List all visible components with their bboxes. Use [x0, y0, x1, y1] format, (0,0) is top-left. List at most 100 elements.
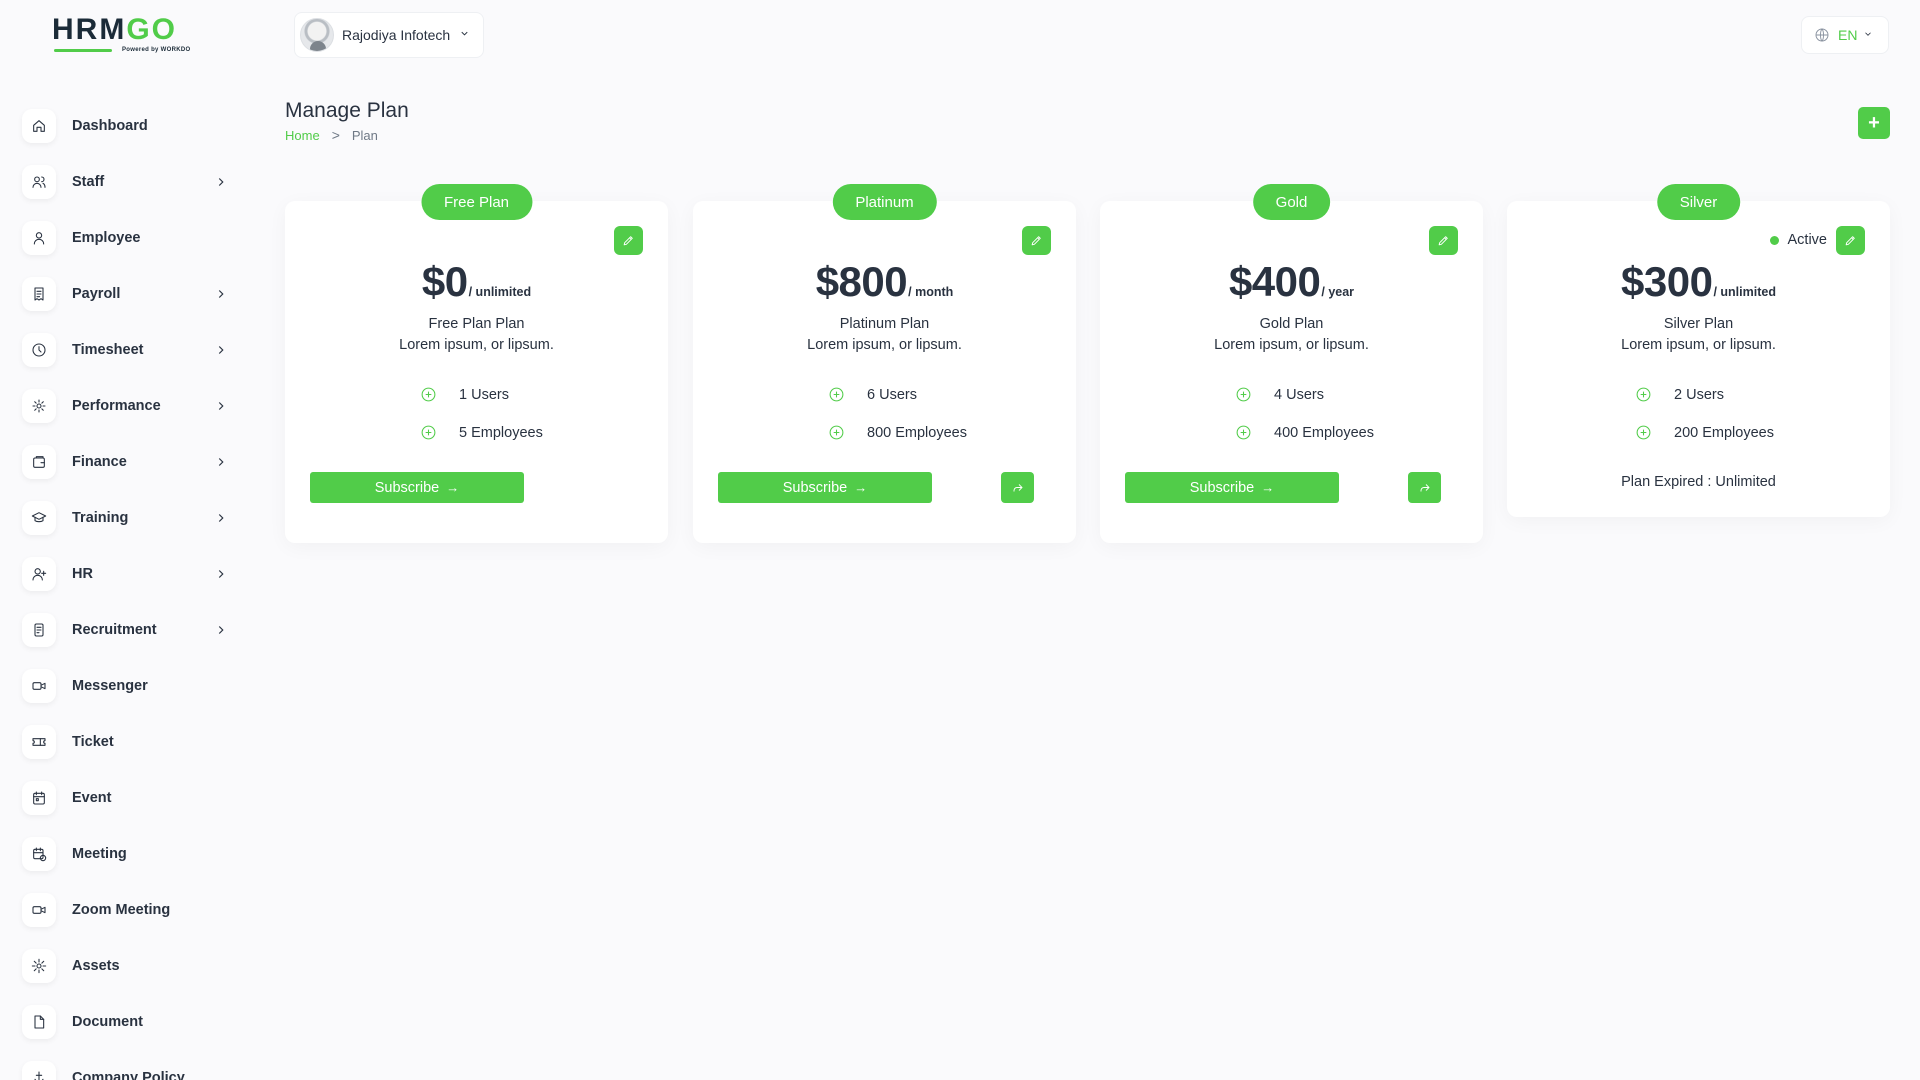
home-icon — [22, 109, 56, 143]
plan-price: $0 — [421, 258, 468, 305]
sidebar-item-staff[interactable]: Staff — [22, 154, 232, 210]
plan-feature-users: 2 Users — [1635, 386, 1724, 403]
plan-feature-employees: 400 Employees — [1235, 424, 1374, 441]
language-switcher[interactable]: EN — [1801, 16, 1889, 54]
sidebar-item-label: Assets — [72, 958, 120, 974]
sidebar-item-payroll[interactable]: Payroll — [22, 266, 232, 322]
plan-feature-employees: 200 Employees — [1635, 424, 1774, 441]
hrmgo-logo[interactable]: HRMGO Powered by WORKDO — [52, 14, 202, 56]
plan-feature-users: 4 Users — [1235, 386, 1324, 403]
sidebar-item-dashboard[interactable]: Dashboard — [22, 98, 232, 154]
sidebar-item-label: Ticket — [72, 734, 114, 750]
arrow-right-icon: → — [854, 480, 868, 495]
add-plan-button[interactable]: + — [1858, 107, 1890, 139]
plan-period: / unlimited — [1713, 285, 1776, 299]
subscribe-button[interactable]: Subscribe → — [310, 472, 524, 503]
chevron-down-icon — [459, 26, 470, 44]
logo-subtext: Powered by WORKDO — [122, 47, 191, 53]
plan-period: / year — [1321, 285, 1355, 299]
edit-plan-button[interactable] — [1429, 226, 1458, 255]
plan-name: Free Plan Plan — [428, 316, 525, 332]
logo-wordmark: HRMGO — [52, 13, 177, 46]
subscribe-button[interactable]: Subscribe → — [718, 472, 932, 503]
sidebar-item-label: Dashboard — [72, 118, 148, 134]
graduation-cap-icon — [22, 501, 56, 535]
plan-request-button[interactable] — [1408, 472, 1441, 503]
video-icon — [22, 893, 56, 927]
subscribe-button[interactable]: Subscribe → — [1125, 472, 1339, 503]
breadcrumb: Home > Plan — [285, 127, 378, 143]
edit-plan-button[interactable] — [1836, 226, 1865, 255]
sidebar-item-company-policy[interactable]: Company Policy — [22, 1050, 232, 1080]
plan-price-row: $0 / unlimited — [285, 258, 668, 306]
edit-plan-button[interactable] — [614, 226, 643, 255]
recruitment-icon — [22, 613, 56, 647]
chevron-right-icon — [214, 567, 228, 581]
plan-description: Lorem ipsum, or lipsum. — [1214, 337, 1369, 353]
sidebar-item-assets[interactable]: Assets — [22, 938, 232, 994]
calendar-time-icon — [22, 837, 56, 871]
share-arrow-icon — [1013, 483, 1023, 491]
plan-price: $400 — [1228, 258, 1321, 305]
avatar — [300, 18, 334, 52]
calendar-event-icon — [22, 781, 56, 815]
sidebar-item-recruitment[interactable]: Recruitment — [22, 602, 232, 658]
pencil-icon — [623, 236, 633, 246]
active-status: Active — [1769, 232, 1828, 248]
chevron-right-icon — [214, 287, 228, 301]
sidebar-item-label: Employee — [72, 230, 141, 246]
sidebar-item-finance[interactable]: Finance — [22, 434, 232, 490]
sidebar-item-label: Timesheet — [72, 342, 144, 358]
pencil-icon — [1438, 236, 1448, 246]
sidebar-item-ticket[interactable]: Ticket — [22, 714, 232, 770]
pencil-icon — [1845, 236, 1855, 246]
company-switcher[interactable]: Rajodiya Infotech — [294, 12, 484, 58]
sidebar-item-messenger[interactable]: Messenger — [22, 658, 232, 714]
sidebar-item-meeting[interactable]: Meeting — [22, 826, 232, 882]
share-arrow-icon — [1420, 483, 1430, 491]
user-plus-icon — [22, 557, 56, 591]
sidebar-item-event[interactable]: Event — [22, 770, 232, 826]
video-icon — [22, 669, 56, 703]
globe-icon — [1815, 28, 1829, 42]
performance-icon — [22, 389, 56, 423]
sidebar-item-label: Training — [72, 510, 129, 526]
sidebar-item-label: Performance — [72, 398, 161, 414]
sidebar-item-document[interactable]: Document — [22, 994, 232, 1050]
plus-circle-icon — [1636, 387, 1651, 402]
sidebar-item-employee[interactable]: Employee — [22, 210, 232, 266]
plan-period: / unlimited — [468, 285, 532, 299]
plus-circle-icon — [829, 425, 844, 440]
plan-price: $800 — [815, 258, 908, 305]
sidebar-item-hr[interactable]: HR — [22, 546, 232, 602]
sidebar-item-performance[interactable]: Performance — [22, 378, 232, 434]
receipt-icon — [22, 277, 56, 311]
edit-plan-button[interactable] — [1022, 226, 1051, 255]
breadcrumb-current: Plan — [351, 127, 378, 143]
plan-request-button[interactable] — [1001, 472, 1034, 503]
file-icon — [22, 1005, 56, 1039]
sidebar-item-training[interactable]: Training — [22, 490, 232, 546]
language-label: EN — [1838, 27, 1858, 43]
sidebar-item-label: Finance — [72, 454, 127, 470]
plus-circle-icon — [1236, 425, 1251, 440]
plus-circle-icon — [1636, 425, 1651, 440]
status-label: Active — [1787, 232, 1828, 248]
chevron-right-icon — [214, 455, 228, 469]
company-name: Rajodiya Infotech — [342, 27, 451, 43]
plan-card-platinum: Platinum $800 / month Platinum Plan Lore… — [693, 184, 1076, 543]
sidebar-item-label: Event — [72, 790, 112, 806]
plus-circle-icon — [421, 425, 436, 440]
plan-name: Gold Plan — [1259, 316, 1324, 332]
pencil-icon — [1031, 236, 1041, 246]
chevron-right-icon — [214, 623, 228, 637]
sidebar-item-timesheet[interactable]: Timesheet — [22, 322, 232, 378]
breadcrumb-home-link[interactable]: Home — [285, 128, 320, 143]
ticket-icon — [22, 725, 56, 759]
logo-underline — [54, 49, 112, 52]
sidebar-item-zoom-meeting[interactable]: Zoom Meeting — [22, 882, 232, 938]
arrow-right-icon: → — [446, 480, 460, 495]
chevron-right-icon — [214, 343, 228, 357]
user-icon — [22, 221, 56, 255]
plan-name: Silver Plan — [1663, 316, 1734, 332]
